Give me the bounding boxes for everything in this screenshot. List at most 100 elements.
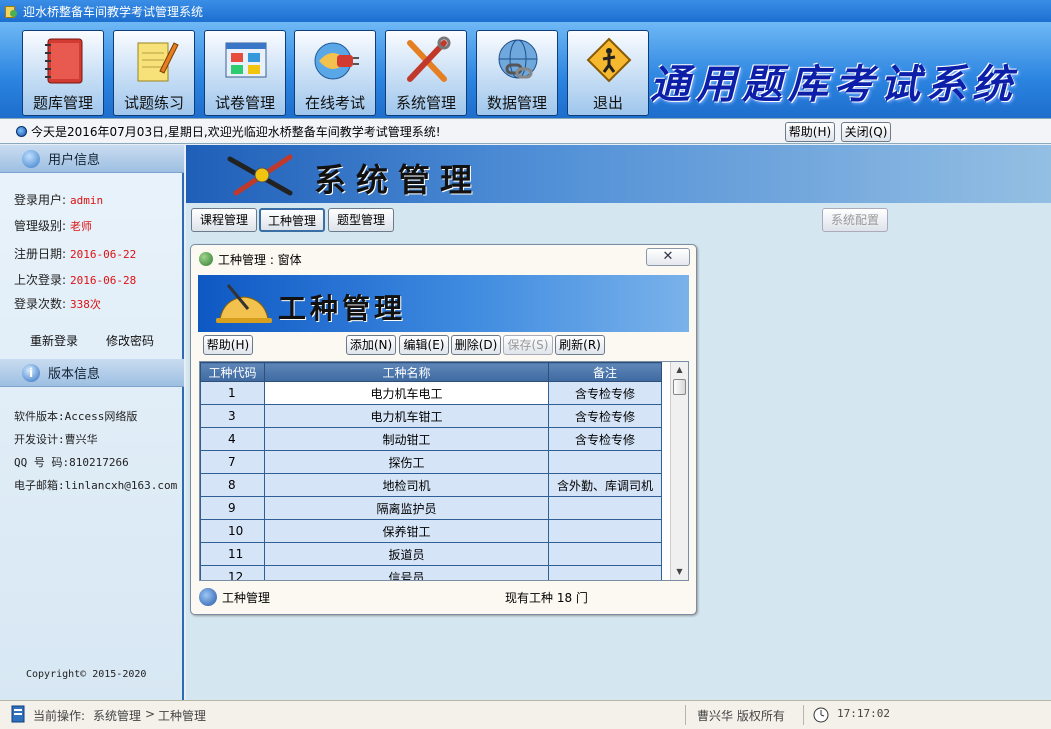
save-button[interactable]: 保存(S): [503, 335, 553, 355]
table-row[interactable]: 11 扳道员: [200, 542, 662, 566]
login-count-value: 338次: [70, 298, 101, 311]
dialog-title: 工种管理 : 窗体: [218, 252, 302, 267]
cell-code[interactable]: 1: [200, 381, 265, 405]
table-row[interactable]: 7 探伤工: [200, 450, 662, 474]
cell-remark[interactable]: 含专检专修: [548, 381, 662, 405]
table-row[interactable]: 10 保养钳工: [200, 519, 662, 543]
cell-code[interactable]: 8: [200, 473, 265, 497]
cell-code[interactable]: 4: [200, 427, 265, 451]
delete-button[interactable]: 删除(D): [451, 335, 501, 355]
cell-name[interactable]: 隔离监护员: [264, 496, 549, 520]
cell-remark[interactable]: 含专检专修: [548, 404, 662, 428]
cell-name[interactable]: 保养钳工: [264, 519, 549, 543]
sidebar: 用户信息 登录用户: admin 管理级别: 老师 注册日期: 2016-06-22 …: [0, 145, 184, 700]
cell-remark[interactable]: [548, 450, 662, 474]
cell-remark[interactable]: [548, 542, 662, 566]
system-manage-button[interactable]: 系统管理: [385, 30, 467, 116]
last-login-value: 2016-06-28: [70, 274, 137, 287]
software-version: 软件版本:Access网络版: [14, 410, 138, 423]
cell-name[interactable]: 扳道员: [264, 542, 549, 566]
paper-grid-icon: [225, 42, 267, 78]
section-banner: 系统管理: [186, 145, 1051, 203]
login-count-label: 登录次数:: [14, 297, 67, 311]
data-manage-label: 数据管理: [486, 94, 547, 112]
dialog-status-bar: 工种管理 现有工种 18 门: [199, 585, 689, 609]
dialog-help-button[interactable]: 帮助(H): [203, 335, 253, 355]
tab-job-type-manage[interactable]: 工种管理: [259, 208, 325, 232]
data-manage-button[interactable]: 数据管理: [476, 30, 558, 116]
paper-manage-button[interactable]: 试卷管理: [204, 30, 286, 116]
close-button[interactable]: 关闭(Q): [841, 122, 891, 142]
login-user-value: admin: [70, 194, 104, 207]
system-config-button[interactable]: 系统配置: [822, 208, 888, 232]
status-divider: [685, 705, 686, 725]
cell-remark[interactable]: [548, 519, 662, 543]
vertical-scrollbar[interactable]: ▲ ▼: [670, 362, 688, 580]
col-header-remark[interactable]: 备注: [548, 362, 662, 382]
reg-date-label: 注册日期:: [14, 247, 67, 261]
table-row[interactable]: 12 信号员: [200, 565, 662, 580]
cell-name[interactable]: 制动钳工: [264, 427, 549, 451]
cell-code[interactable]: 7: [200, 450, 265, 474]
cell-remark[interactable]: [548, 496, 662, 520]
level-label: 管理级别:: [14, 219, 67, 233]
online-exam-label: 在线考试: [304, 94, 365, 112]
breadcrumb-system: 系统管理: [93, 709, 142, 723]
reg-date-value: 2016-06-22: [70, 248, 137, 261]
refresh-button[interactable]: 刷新(R): [555, 335, 605, 355]
online-exam-button[interactable]: 在线考试: [294, 30, 376, 116]
practice-button[interactable]: 试题练习: [113, 30, 195, 116]
cell-name[interactable]: 探伤工: [264, 450, 549, 474]
tools-icon: [227, 154, 293, 196]
relogin-link[interactable]: 重新登录: [30, 332, 78, 349]
tab-question-type-manage[interactable]: 题型管理: [328, 208, 394, 232]
job-type-table: 工种代码 工种名称 备注 1 电力机车电工 含专检专修 3 电力机车钳工 含专检…: [200, 362, 662, 580]
exit-button[interactable]: 退出: [567, 30, 649, 116]
tab-course-manage[interactable]: 课程管理: [191, 208, 257, 232]
cell-code[interactable]: 12: [200, 565, 265, 580]
title-bar: 迎水桥整备车间教学考试管理系统: [0, 0, 1051, 22]
close-icon: ✕: [662, 249, 674, 264]
scroll-down-icon[interactable]: ▼: [671, 564, 688, 580]
document-icon: [11, 705, 25, 723]
add-button[interactable]: 添加(N): [346, 335, 396, 355]
cell-remark[interactable]: 含外勤、库调司机: [548, 473, 662, 497]
notice-bar: 今天是2016年07月03日,星期日,欢迎光临迎水桥整备车间教学考试管理系统! …: [0, 118, 1051, 144]
cell-code[interactable]: 10: [200, 519, 265, 543]
change-password-link[interactable]: 修改密码: [106, 332, 154, 349]
cell-name[interactable]: 电力机车钳工: [264, 404, 549, 428]
table-header-row: 工种代码 工种名称 备注: [200, 362, 662, 382]
table-row[interactable]: 3 电力机车钳工 含专检专修: [200, 404, 662, 428]
cell-remark[interactable]: 含专检专修: [548, 427, 662, 451]
cell-remark[interactable]: [548, 565, 662, 580]
cell-name[interactable]: 电力机车电工: [264, 381, 549, 405]
main-toolbar: 题库管理 试题练习 试卷管理 在线考试 系统管理 数据管理 退出 通用题库考试系…: [0, 22, 1051, 118]
col-header-code[interactable]: 工种代码: [200, 362, 265, 382]
system-manage-label: 系统管理: [395, 94, 456, 112]
help-button[interactable]: 帮助(H): [785, 122, 835, 142]
job-type-grid[interactable]: 工种代码 工种名称 备注 1 电力机车电工 含专检专修 3 电力机车钳工 含专检…: [199, 361, 689, 581]
dialog-close-button[interactable]: ✕: [646, 248, 690, 266]
question-bank-button[interactable]: 题库管理: [22, 30, 104, 116]
cell-code[interactable]: 9: [200, 496, 265, 520]
cell-code[interactable]: 11: [200, 542, 265, 566]
users-icon: [199, 252, 213, 266]
table-row[interactable]: 9 隔离监护员: [200, 496, 662, 520]
breadcrumb-separator: >: [145, 707, 156, 721]
window-title: 迎水桥整备车间教学考试管理系统: [23, 4, 204, 19]
exit-sign-icon: [586, 37, 632, 83]
table-row[interactable]: 1 电力机车电工 含专检专修: [200, 381, 662, 405]
welcome-text: 今天是2016年07月03日,星期日,欢迎光临迎水桥整备车间教学考试管理系统!: [31, 124, 441, 139]
scroll-up-icon[interactable]: ▲: [671, 362, 688, 378]
book-icon: [45, 38, 83, 84]
level-row: 管理级别: 老师: [14, 217, 92, 234]
table-row[interactable]: 8 地检司机 含外勤、库调司机: [200, 473, 662, 497]
scroll-thumb[interactable]: [673, 379, 686, 395]
clock-time: 17:17:02: [837, 707, 890, 720]
cell-name[interactable]: 信号员: [264, 565, 549, 580]
cell-name[interactable]: 地检司机: [264, 473, 549, 497]
table-row[interactable]: 4 制动钳工 含专检专修: [200, 427, 662, 451]
cell-code[interactable]: 3: [200, 404, 265, 428]
edit-button[interactable]: 编辑(E): [399, 335, 449, 355]
col-header-name[interactable]: 工种名称: [264, 362, 549, 382]
